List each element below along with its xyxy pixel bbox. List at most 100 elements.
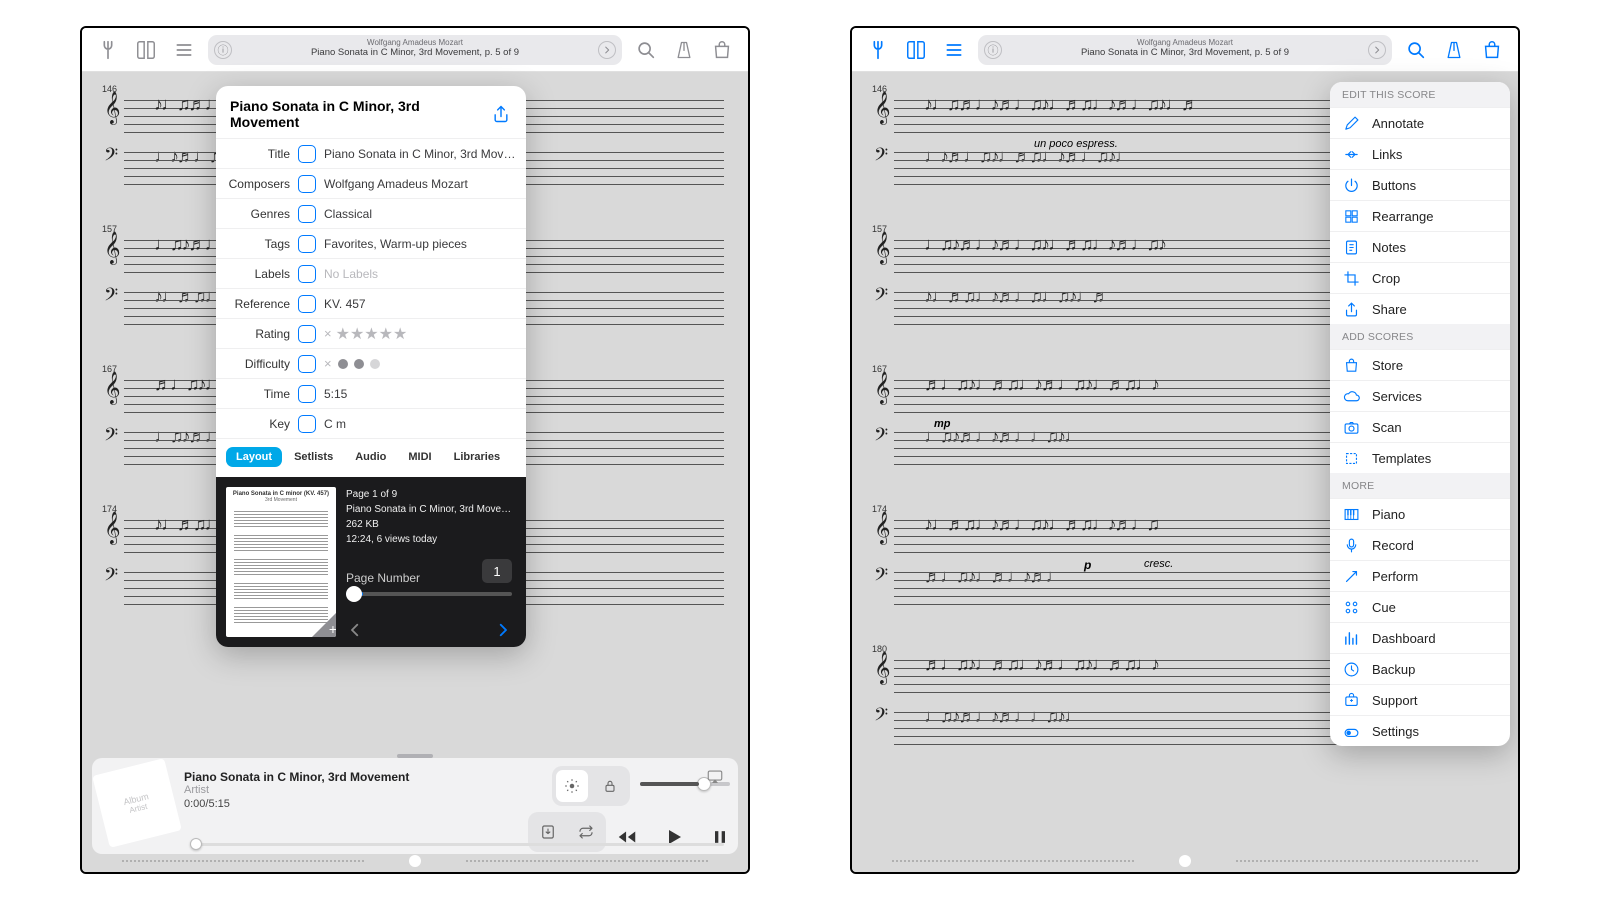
- library-icon[interactable]: [128, 32, 164, 68]
- tab-layout[interactable]: Layout: [226, 447, 282, 467]
- next-page-button[interactable]: [494, 621, 512, 639]
- extra-controls: [528, 812, 606, 852]
- tab-midi[interactable]: MIDI: [398, 447, 441, 467]
- menu-item-label: Support: [1372, 693, 1418, 708]
- menu-item-annotate[interactable]: Annotate: [1330, 107, 1510, 138]
- meta-row-time[interactable]: Time5:15: [216, 378, 526, 408]
- menu-item-perform[interactable]: Perform: [1330, 560, 1510, 591]
- meta-row-genres[interactable]: GenresClassical: [216, 198, 526, 228]
- menu-item-label: Perform: [1372, 569, 1418, 584]
- next-badge-icon[interactable]: [1368, 41, 1386, 59]
- menu-item-share[interactable]: Share: [1330, 293, 1510, 324]
- prev-page-button[interactable]: [346, 621, 364, 639]
- menu-item-cue[interactable]: Cue: [1330, 591, 1510, 622]
- next-badge-icon[interactable]: [598, 41, 616, 59]
- meta-row-tags[interactable]: TagsFavorites, Warm-up pieces: [216, 228, 526, 258]
- checkbox[interactable]: [298, 175, 316, 193]
- meta-row-key[interactable]: KeyC m: [216, 408, 526, 438]
- album-art[interactable]: AlbumArtist: [92, 758, 182, 848]
- share-button[interactable]: [488, 101, 514, 127]
- support-icon: [1342, 691, 1360, 709]
- checkbox[interactable]: [298, 235, 316, 253]
- meta-row-title[interactable]: TitlePiano Sonata in C Minor, 3rd Move…: [216, 138, 526, 168]
- meta-row-reference[interactable]: ReferenceKV. 457: [216, 288, 526, 318]
- lock-button[interactable]: [594, 770, 626, 802]
- track-time: 0:00/5:15: [184, 798, 518, 810]
- checkbox[interactable]: [298, 295, 316, 313]
- cue-icon: [1342, 598, 1360, 616]
- checkbox[interactable]: [298, 265, 316, 283]
- search-icon[interactable]: [628, 32, 664, 68]
- checkbox[interactable]: [298, 385, 316, 403]
- tuning-fork-icon[interactable]: [90, 32, 126, 68]
- menu-item-label: Services: [1372, 389, 1422, 404]
- list-icon[interactable]: [166, 32, 202, 68]
- checkbox[interactable]: [298, 205, 316, 223]
- menu-item-store[interactable]: Store: [1330, 349, 1510, 380]
- meta-row-composers[interactable]: ComposersWolfgang Amadeus Mozart: [216, 168, 526, 198]
- brightness-button[interactable]: [556, 770, 588, 802]
- menu-item-label: Scan: [1372, 420, 1402, 435]
- menu-item-label: Notes: [1372, 240, 1406, 255]
- page-indicator[interactable]: [852, 856, 1518, 866]
- library-icon[interactable]: [898, 32, 934, 68]
- layout-panel: Piano Sonata in C minor (KV. 457) 3rd Mo…: [216, 477, 526, 647]
- checkbox[interactable]: [298, 415, 316, 433]
- drag-handle[interactable]: [397, 754, 433, 758]
- menu-item-label: Buttons: [1372, 178, 1416, 193]
- links-icon: [1342, 145, 1360, 163]
- menu-item-settings[interactable]: Settings: [1330, 715, 1510, 746]
- menu-item-crop[interactable]: Crop: [1330, 262, 1510, 293]
- menu-item-backup[interactable]: Backup: [1330, 653, 1510, 684]
- share-icon: [1342, 300, 1360, 318]
- menu-item-buttons[interactable]: Buttons: [1330, 169, 1510, 200]
- title-bar[interactable]: ⓘ Wolfgang Amadeus Mozart Piano Sonata i…: [978, 35, 1392, 65]
- tuning-fork-icon[interactable]: [860, 32, 896, 68]
- menu-item-links[interactable]: Links: [1330, 138, 1510, 169]
- menu-item-notes[interactable]: Notes: [1330, 231, 1510, 262]
- metronome-icon[interactable]: [1436, 32, 1472, 68]
- list-icon[interactable]: [936, 32, 972, 68]
- dashboard-icon: [1342, 629, 1360, 647]
- checkbox[interactable]: [298, 325, 316, 343]
- page-thumbnail[interactable]: Piano Sonata in C minor (KV. 457) 3rd Mo…: [226, 487, 336, 637]
- difficulty-dots[interactable]: ×: [316, 356, 380, 371]
- toolbox-icon[interactable]: [1474, 32, 1510, 68]
- title-bar[interactable]: ⓘ Wolfgang Amadeus Mozart Piano Sonata i…: [208, 35, 622, 65]
- tab-audio[interactable]: Audio: [345, 447, 396, 467]
- airplay-icon[interactable]: [706, 768, 724, 786]
- menu-item-support[interactable]: Support: [1330, 684, 1510, 715]
- add-page-icon[interactable]: [312, 613, 336, 637]
- metronome-icon[interactable]: [666, 32, 702, 68]
- meta-row-rating[interactable]: Rating×★★★★★: [216, 318, 526, 348]
- meta-row-labels[interactable]: LabelsNo Labels: [216, 258, 526, 288]
- toolbar: ⓘ Wolfgang Amadeus Mozart Piano Sonata i…: [852, 28, 1518, 72]
- tab-setlists[interactable]: Setlists: [284, 447, 343, 467]
- progress-slider[interactable]: [190, 843, 724, 846]
- rating-stars[interactable]: ×★★★★★: [316, 324, 407, 344]
- menu-item-label: Piano: [1372, 507, 1405, 522]
- menu-item-label: Rearrange: [1372, 209, 1433, 224]
- info-badge-icon[interactable]: ⓘ: [214, 41, 232, 59]
- menu-item-piano[interactable]: Piano: [1330, 498, 1510, 529]
- page-number-field[interactable]: 1: [482, 559, 512, 583]
- menu-item-services[interactable]: Services: [1330, 380, 1510, 411]
- checkbox[interactable]: [298, 355, 316, 373]
- menu-item-templates[interactable]: Templates: [1330, 442, 1510, 473]
- menu-item-rearrange[interactable]: Rearrange: [1330, 200, 1510, 231]
- menu-item-scan[interactable]: Scan: [1330, 411, 1510, 442]
- toolbox-icon[interactable]: [704, 32, 740, 68]
- menu-item-dashboard[interactable]: Dashboard: [1330, 622, 1510, 653]
- menu-item-record[interactable]: Record: [1330, 529, 1510, 560]
- meta-row-difficulty[interactable]: Difficulty×: [216, 348, 526, 378]
- mode-toggle-group: [552, 766, 630, 806]
- menu-item-label: Backup: [1372, 662, 1415, 677]
- info-badge-icon[interactable]: ⓘ: [984, 41, 1002, 59]
- tablet-left: ⓘ Wolfgang Amadeus Mozart Piano Sonata i…: [80, 26, 750, 874]
- search-icon[interactable]: [1398, 32, 1434, 68]
- page-indicator[interactable]: [82, 856, 748, 866]
- menu-section-header: EDIT THIS SCORE: [1330, 82, 1510, 107]
- checkbox[interactable]: [298, 145, 316, 163]
- page-slider[interactable]: [346, 592, 512, 596]
- tab-libraries[interactable]: Libraries: [444, 447, 510, 467]
